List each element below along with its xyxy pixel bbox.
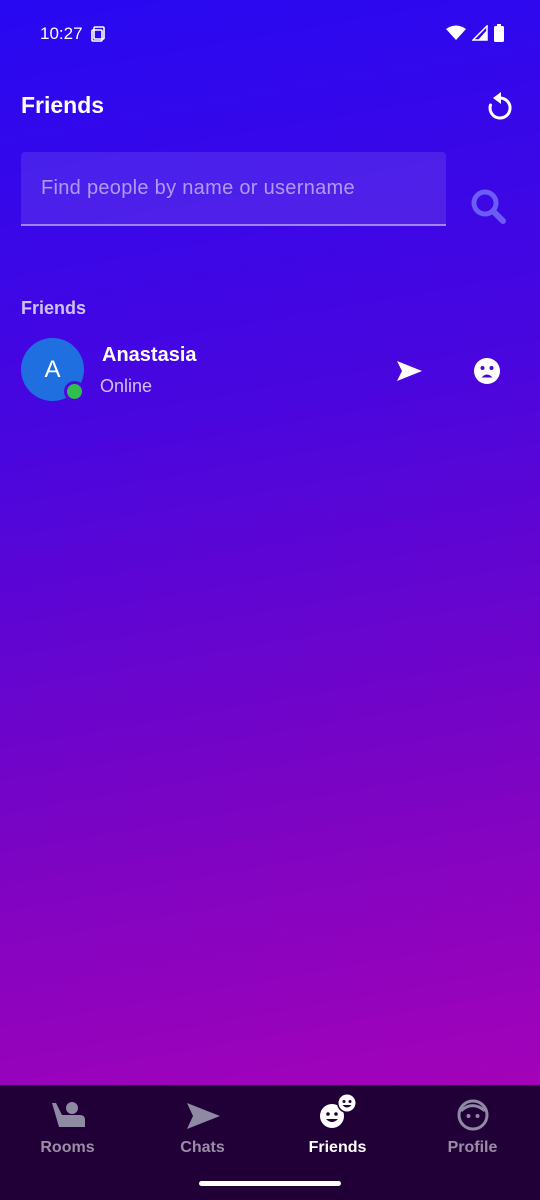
search-button[interactable] (468, 186, 508, 226)
rooms-icon (51, 1102, 85, 1127)
friend-list-item[interactable]: A Anastasia Online (0, 330, 540, 410)
nav-rooms-label: Rooms (40, 1139, 95, 1156)
send-icon (397, 361, 422, 381)
friends-icon (319, 1093, 357, 1128)
search-icon (471, 189, 506, 224)
sad-face-icon (474, 358, 500, 384)
nav-chats[interactable]: Chats (135, 1095, 270, 1175)
nav-profile[interactable]: Profile (405, 1095, 540, 1175)
page-title: Friends (21, 92, 105, 118)
refresh-button[interactable] (484, 90, 516, 122)
nav-chats-label: Chats (180, 1139, 225, 1156)
friends-section-label: Friends (21, 298, 87, 318)
profile-icon (457, 1099, 488, 1131)
friend-status: Online (100, 376, 153, 396)
search-input[interactable] (21, 152, 446, 224)
nav-friends-label: Friends (308, 1139, 367, 1156)
avatar-initial: A (44, 355, 61, 383)
header: Friends (21, 84, 520, 128)
home-indicator[interactable] (199, 1181, 341, 1186)
chats-icon (186, 1103, 220, 1129)
refresh-icon (488, 92, 512, 120)
nav-rooms[interactable]: Rooms (0, 1095, 135, 1175)
status-time: 10:27 (40, 24, 83, 43)
online-indicator (64, 381, 85, 402)
status-bar: 10:27 (0, 0, 540, 68)
nav-profile-label: Profile (447, 1139, 498, 1156)
send-message-button[interactable] (394, 356, 424, 386)
cell-signal-icon (472, 25, 488, 41)
search-field[interactable] (21, 152, 446, 226)
screenshot-notification-icon (90, 26, 105, 42)
wifi-icon (446, 25, 466, 40)
friend-name: Anastasia (102, 344, 197, 366)
remove-friend-button[interactable] (472, 356, 502, 386)
nav-friends[interactable]: Friends (270, 1093, 405, 1175)
status-icons (446, 24, 504, 42)
battery-icon (494, 24, 504, 42)
status-time-group: 10:27 (40, 24, 107, 44)
